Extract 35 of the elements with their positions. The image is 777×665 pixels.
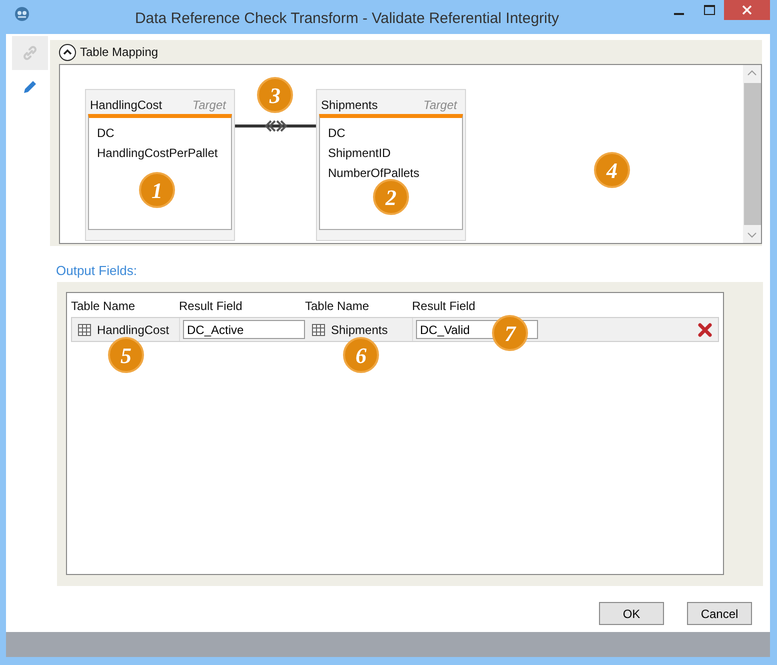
field-name: DC	[328, 125, 346, 142]
table-icon	[312, 324, 325, 336]
table-name: Shipments	[331, 322, 388, 338]
field-name: HandlingCostPerPallet	[97, 145, 219, 162]
cancel-button[interactable]: Cancel	[687, 602, 752, 625]
maximize-icon	[704, 5, 714, 15]
column-header: Table Name	[305, 299, 370, 313]
column-header: Result Field	[179, 299, 242, 313]
close-button[interactable]	[724, 0, 770, 20]
delete-icon	[698, 322, 712, 336]
table-icon	[78, 324, 91, 336]
ok-button[interactable]: OK	[599, 602, 664, 625]
window-title: Data Reference Check Transform - Validate Referential Integrity	[134, 9, 560, 29]
field-name: ShipmentID	[328, 145, 392, 162]
pencil-icon	[21, 78, 39, 96]
field-name: NumberOfPallets	[328, 165, 420, 182]
delete-button[interactable]	[698, 322, 712, 336]
column-header: Table Name	[71, 299, 136, 313]
table-name: Shipments	[321, 97, 378, 112]
table-role: Target	[423, 97, 457, 112]
scrollbar[interactable]	[743, 65, 761, 243]
table-name: HandlingCost	[97, 322, 170, 338]
column-header: Result Field	[412, 299, 476, 313]
section-title: Table Mapping	[80, 44, 158, 61]
minimize-icon	[674, 12, 684, 14]
collapse-button[interactable]	[59, 44, 76, 60]
app-icon	[14, 6, 30, 22]
table-role: Target	[192, 97, 226, 112]
field-name: DC	[97, 125, 116, 142]
close-icon	[742, 5, 752, 15]
link-icon	[21, 44, 39, 62]
result-field-input[interactable]: DC_Active	[183, 320, 305, 339]
table-name: HandlingCost	[90, 97, 162, 112]
section-title: Output Fields:	[56, 263, 137, 278]
chevron-icon	[63, 49, 72, 55]
